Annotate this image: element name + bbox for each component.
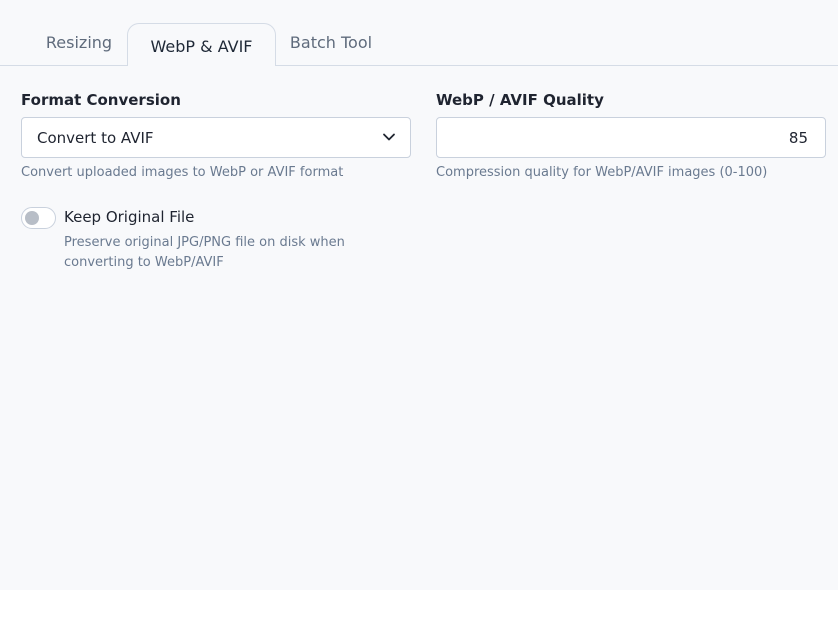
- keep-original-help: Preserve original JPG/PNG file on disk w…: [64, 235, 345, 270]
- format-conversion-value: Convert to AVIF: [37, 129, 154, 147]
- chevron-down-icon: [383, 133, 395, 141]
- format-conversion-label: Format Conversion: [21, 91, 181, 109]
- settings-panel: Resizing WebP & AVIF Batch Tool Format C…: [0, 0, 838, 590]
- tab-bar: Resizing WebP & AVIF Batch Tool: [0, 0, 838, 66]
- tab-batch-tool-label: Batch Tool: [289, 33, 373, 52]
- quality-label: WebP / AVIF Quality: [436, 91, 604, 109]
- tab-batch-tool[interactable]: Batch Tool: [280, 22, 382, 63]
- format-conversion-help: Convert uploaded images to WebP or AVIF …: [21, 165, 344, 180]
- format-conversion-select[interactable]: Convert to AVIF: [21, 117, 411, 158]
- tab-webp-avif[interactable]: WebP & AVIF: [127, 23, 276, 66]
- tab-resizing-label: Resizing: [45, 33, 113, 52]
- toggle-knob: [25, 211, 39, 225]
- keep-original-label: Keep Original File: [64, 208, 195, 226]
- keep-original-toggle[interactable]: [21, 207, 56, 229]
- tab-resizing[interactable]: Resizing: [34, 22, 124, 63]
- quality-help: Compression quality for WebP/AVIF images…: [436, 165, 768, 180]
- tab-webp-avif-label: WebP & AVIF: [150, 37, 253, 56]
- quality-input[interactable]: [436, 117, 826, 158]
